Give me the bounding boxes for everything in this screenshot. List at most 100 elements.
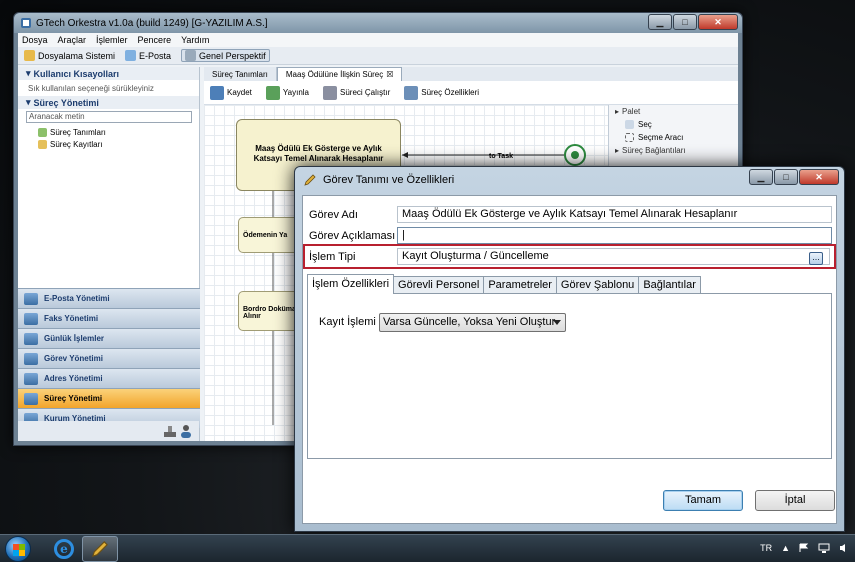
nav-tasks-label: Görev Yönetimi	[44, 354, 103, 363]
tab-salary-process[interactable]: Maaş Ödülüne İlişkin Süreç ☒	[276, 67, 403, 81]
menu-yardim[interactable]: Yardım	[181, 35, 209, 45]
run-process-button[interactable]: Süreci Çalıştır	[323, 85, 390, 100]
publish-button[interactable]: Yayınla	[265, 85, 309, 100]
palette-selection-tool[interactable]: Seçme Aracı	[609, 131, 738, 144]
search-input[interactable]: Aranacak metin	[26, 111, 192, 123]
toolbar-email[interactable]: E-Posta	[125, 50, 171, 61]
toolbar-general-perspective-label: Genel Perspektif	[199, 50, 266, 61]
menu-bar: Dosya Araçlar İşlemler Pencere Yardım	[18, 33, 738, 47]
tray-expand-icon[interactable]: ▲	[781, 543, 790, 553]
cancel-button[interactable]: İptal	[755, 490, 835, 511]
end-node[interactable]	[564, 144, 586, 166]
tree-item-process-definitions-label: Süreç Tanımları	[50, 127, 106, 137]
task-name-field[interactable]: Maaş Ödülü Ek Gösterge ve Aylık Katsayı …	[397, 206, 832, 223]
email-icon	[24, 292, 38, 305]
nav-address-label: Adres Yönetimi	[44, 374, 103, 383]
properties-icon	[404, 85, 419, 100]
tab-process-definitions-label: Süreç Tanımları	[212, 69, 268, 79]
left-pane: ▾ Kullanıcı Kısayolları Sık kullanılan s…	[18, 67, 200, 441]
record-operation-select[interactable]: Varsa Güncelle, Yoksa Yeni Oluştur	[379, 313, 566, 332]
system-tray: TR ▲	[760, 543, 849, 553]
toolbar-email-label: E-Posta	[139, 50, 172, 61]
palette-header[interactable]: ▸ Palet	[609, 105, 738, 118]
process-records-icon	[38, 139, 47, 149]
tab-task-template[interactable]: Görev Şablonu	[555, 276, 640, 294]
tree-item-process-definitions[interactable]: Süreç Tanımları	[18, 126, 199, 138]
nav-tasks[interactable]: Görev Yönetimi	[18, 348, 200, 368]
shortcuts-hint: Sık kullanılan seçeneği sürükleyiniz	[28, 84, 154, 93]
palette-title: Palet	[622, 107, 641, 116]
chevron-down-icon	[553, 320, 561, 325]
flag-icon[interactable]	[799, 543, 809, 553]
tab-close-icon[interactable]: ☒	[386, 70, 393, 79]
palette-connections-header[interactable]: ▸ Süreç Bağlantıları	[609, 144, 738, 157]
record-operation-label: Kayıt İşlemi	[319, 316, 376, 328]
task-description-row: Görev Açıklaması |	[305, 226, 832, 245]
taskbar-orkestra[interactable]	[82, 536, 118, 562]
volume-icon[interactable]	[839, 543, 849, 553]
toolbar-file-system[interactable]: Dosyalama Sistemi	[24, 50, 115, 61]
dialog-maximize-button[interactable]: □	[774, 169, 798, 185]
publish-icon	[265, 85, 280, 100]
pencil-icon	[304, 174, 316, 186]
process-header[interactable]: ▾ Süreç Yönetimi	[18, 96, 199, 109]
menu-islemler[interactable]: İşlemler	[96, 35, 128, 45]
process-icon	[24, 392, 38, 405]
nav-address[interactable]: Adres Yönetimi	[18, 368, 200, 388]
menu-dosya[interactable]: Dosya	[22, 35, 48, 45]
perspective-icon	[185, 50, 197, 61]
shortcuts-header[interactable]: ▾ Kullanıcı Kısayolları	[18, 67, 199, 80]
tab-operation-properties[interactable]: İşlem Özellikleri	[307, 274, 395, 294]
nav-fax[interactable]: Faks Yönetimi	[18, 308, 200, 328]
task-description-field[interactable]: |	[397, 227, 832, 244]
edge-label: to Task	[489, 153, 513, 160]
task-icon	[24, 352, 38, 365]
menu-pencere[interactable]: Pencere	[138, 35, 172, 45]
minimize-button[interactable]: ▁	[648, 14, 672, 30]
taskbar-ie[interactable]: e	[46, 536, 82, 562]
menu-araclar[interactable]: Araçlar	[58, 35, 87, 45]
stamp-icon[interactable]	[163, 424, 177, 438]
tab-process-definitions[interactable]: Süreç Tanımları	[204, 67, 277, 81]
shortcuts-title: Kullanıcı Kısayolları	[33, 68, 120, 79]
main-titlebar[interactable]: GTech Orkestra v1.0a (build 1249) [G-YAZ…	[14, 13, 742, 33]
windows-logo-icon	[13, 544, 25, 556]
dialog-client: Görev Adı Maaş Ödülü Ek Gösterge ve Aylı…	[302, 195, 837, 524]
fax-icon	[24, 312, 38, 325]
maximize-button[interactable]: □	[673, 14, 697, 30]
start-button[interactable]	[5, 536, 31, 562]
app-icon	[21, 18, 31, 28]
toolbar-file-system-label: Dosyalama Sistemi	[38, 50, 116, 61]
language-indicator[interactable]: TR	[760, 543, 772, 553]
task-name-label: Görev Adı	[309, 208, 358, 221]
process-properties-button[interactable]: Süreç Özellikleri	[404, 85, 479, 100]
toolbar-general-perspective[interactable]: Genel Perspektif	[181, 49, 270, 62]
tree-item-process-records-label: Süreç Kayıtları	[50, 139, 103, 149]
save-button-label: Kaydet	[227, 88, 252, 97]
operation-type-highlight: İşlem Tipi Kayıt Oluşturma / Güncelleme …	[303, 244, 836, 269]
operation-type-field[interactable]: Kayıt Oluşturma / Güncelleme ...	[397, 248, 830, 265]
tab-parameters[interactable]: Parametreler	[483, 276, 557, 294]
palette-selection-tool-label: Seçme Aracı	[638, 133, 684, 142]
tab-assigned-staff[interactable]: Görevli Personel	[393, 276, 485, 294]
save-button[interactable]: Kaydet	[210, 85, 252, 100]
run-icon	[323, 85, 337, 100]
operation-type-row: İşlem Tipi Kayıt Oluşturma / Güncelleme …	[305, 247, 830, 266]
nav-email[interactable]: E-Posta Yönetimi	[18, 288, 200, 308]
dialog-minimize-button[interactable]: ▁	[749, 169, 773, 185]
nav-daily[interactable]: Günlük İşlemler	[18, 328, 200, 348]
ok-button[interactable]: Tamam	[663, 490, 743, 511]
dialog-close-button[interactable]: ✕	[799, 169, 839, 185]
network-icon[interactable]	[818, 543, 830, 553]
tab-salary-process-label: Maaş Ödülüne İlişkin Süreç	[285, 70, 384, 79]
tab-connections[interactable]: Bağlantılar	[638, 276, 701, 294]
tree-item-process-records[interactable]: Süreç Kayıtları	[18, 138, 199, 150]
palette-select[interactable]: Seç	[609, 118, 738, 131]
save-icon	[210, 85, 224, 100]
nav-process[interactable]: Süreç Yönetimi	[18, 388, 200, 408]
close-button[interactable]: ✕	[698, 14, 738, 30]
browse-button[interactable]: ...	[809, 252, 823, 265]
record-operation-value: Varsa Güncelle, Yoksa Yeni Oluştur	[383, 316, 556, 328]
process-definition-icon	[38, 127, 47, 137]
user-icon[interactable]	[179, 424, 193, 438]
